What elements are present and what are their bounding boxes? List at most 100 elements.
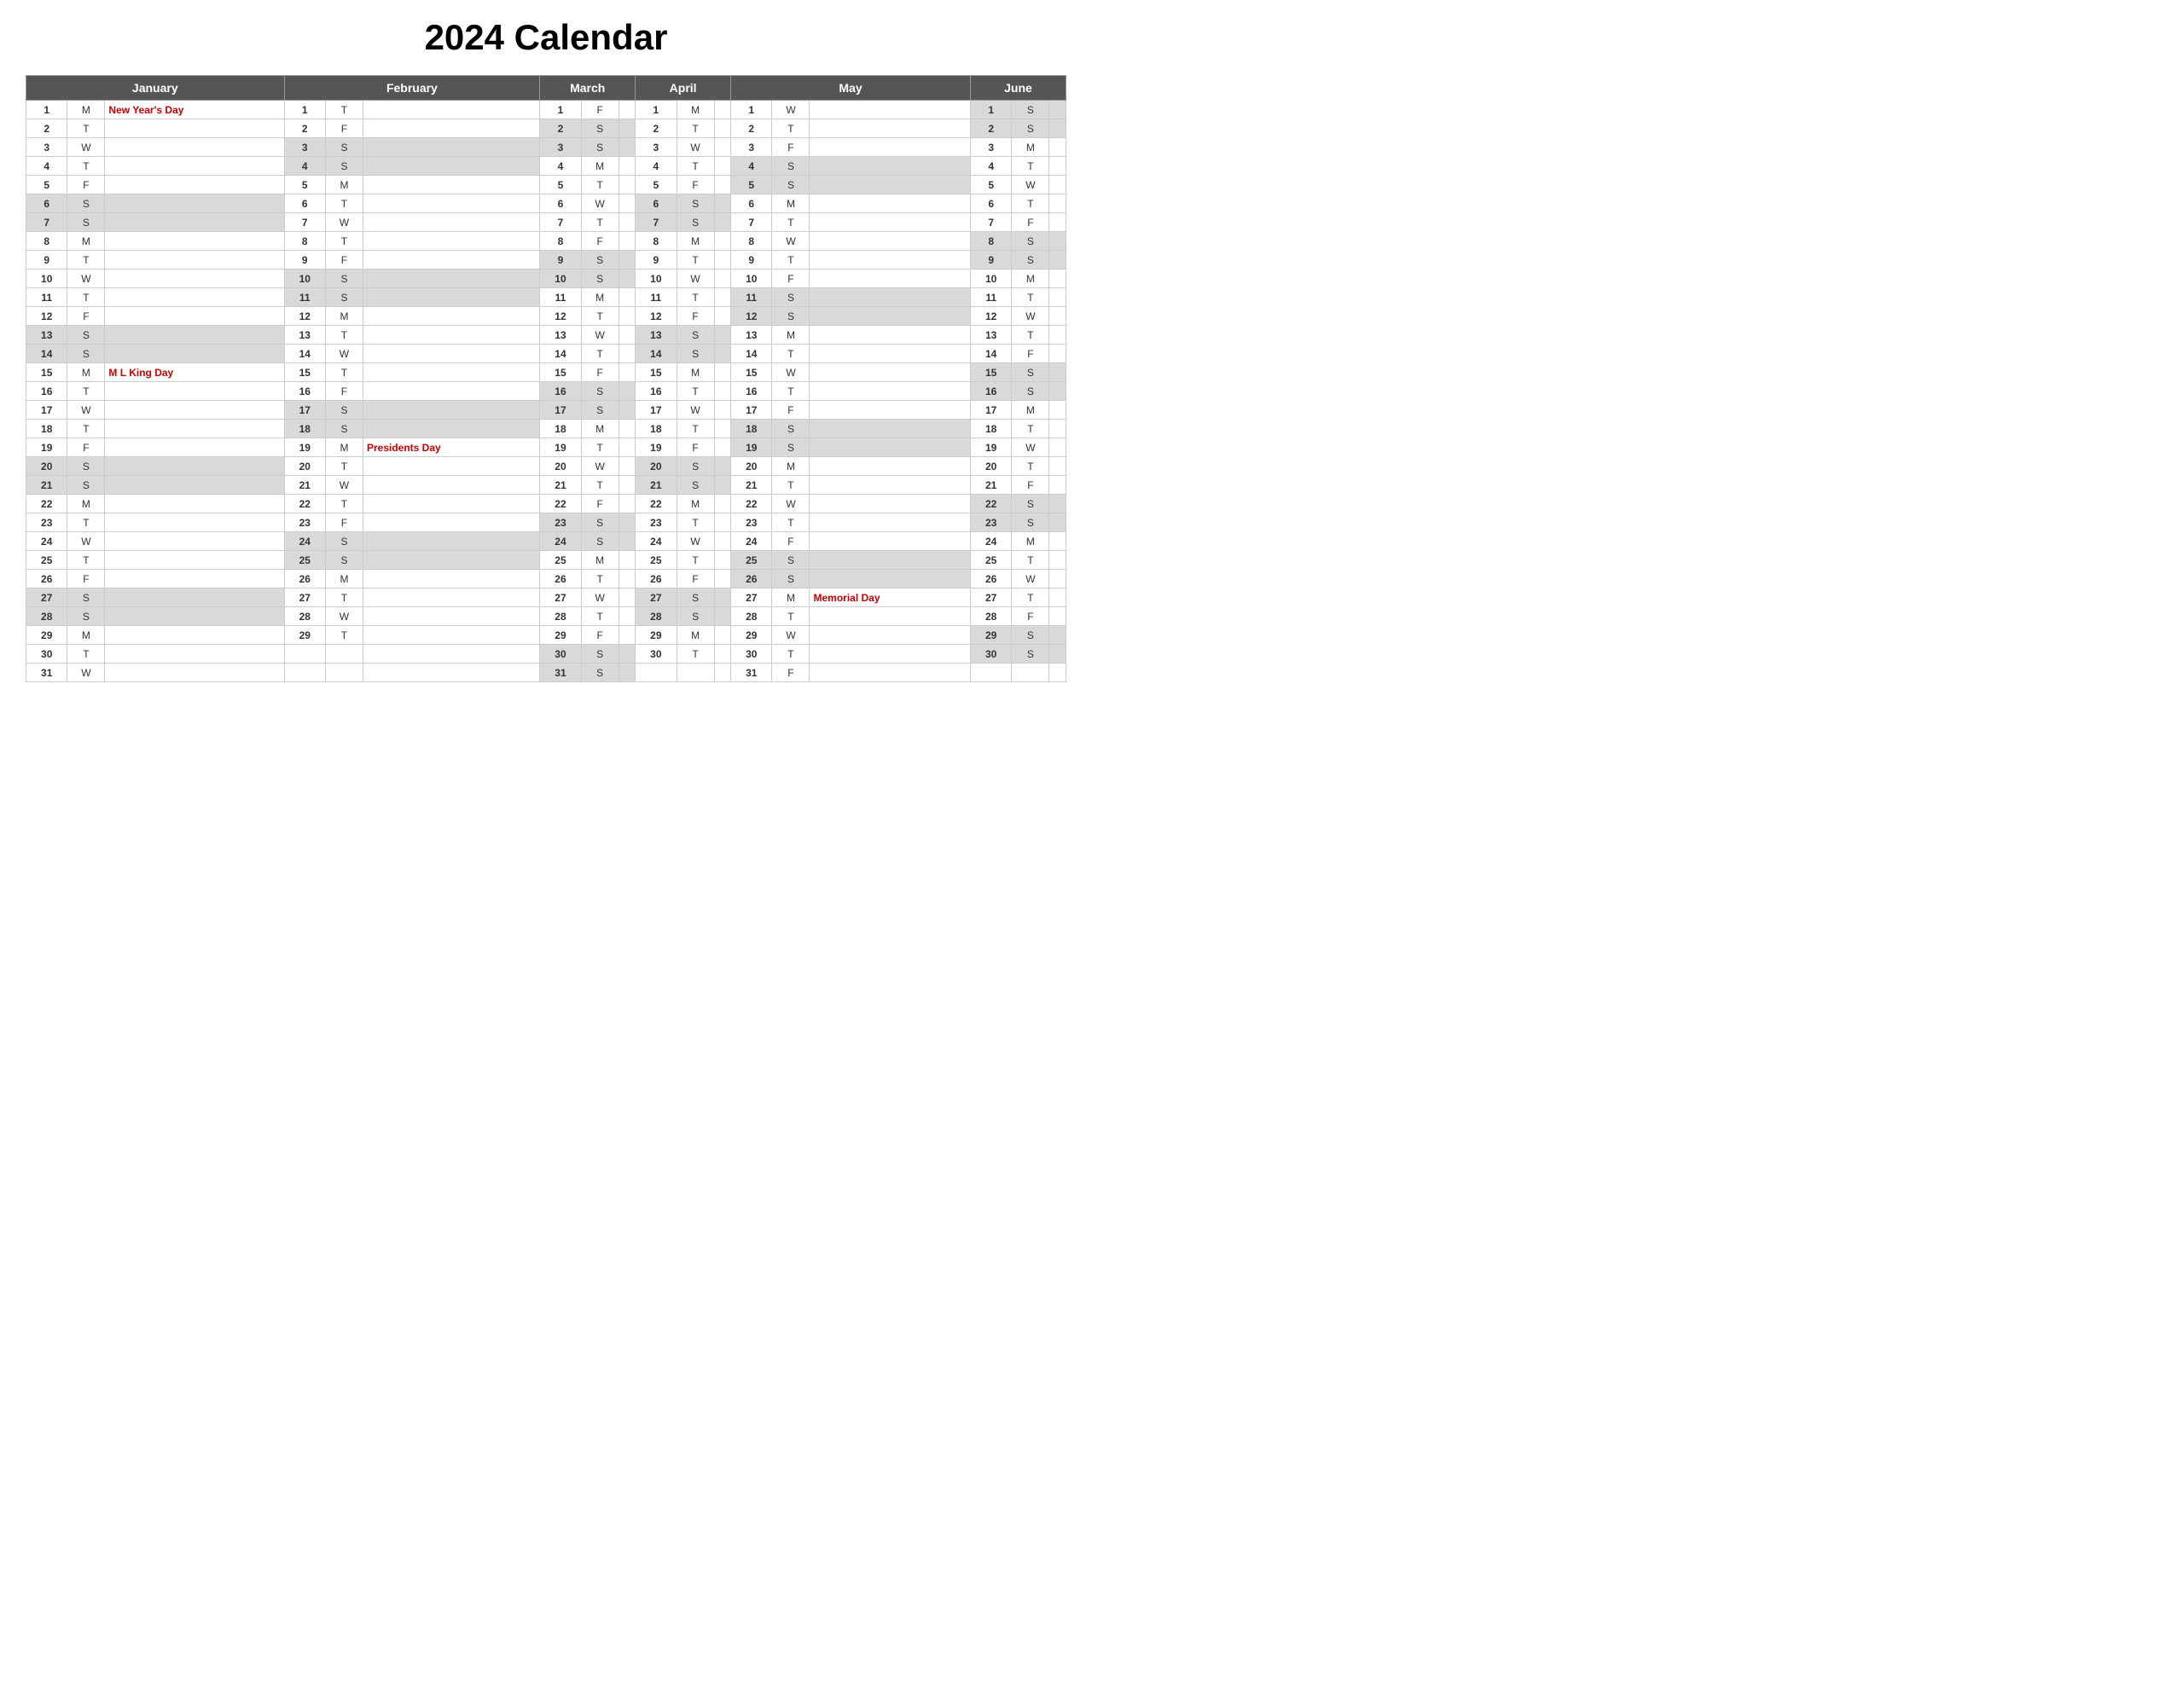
day-letter-may-7: T xyxy=(772,213,810,232)
day-letter-may-30: T xyxy=(772,645,810,664)
event-jun-3 xyxy=(1049,138,1066,157)
day-letter-feb-31 xyxy=(325,664,363,682)
day-letter-mar-1: F xyxy=(581,101,619,119)
event-may-2 xyxy=(810,119,970,138)
day-num-feb-21: 21 xyxy=(284,476,325,495)
day-num-feb-10: 10 xyxy=(284,270,325,288)
event-apr-6 xyxy=(714,194,730,213)
day-letter-mar-21: T xyxy=(581,476,619,495)
event-jun-30 xyxy=(1049,645,1066,664)
day-letter-mar-20: W xyxy=(581,457,619,476)
event-jun-9 xyxy=(1049,251,1066,270)
event-jun-29 xyxy=(1049,626,1066,645)
day-letter-may-25: S xyxy=(772,551,810,570)
day-letter-jan-13: S xyxy=(67,326,105,345)
event-apr-23 xyxy=(714,513,730,532)
day-letter-mar-22: F xyxy=(581,495,619,513)
event-jun-24 xyxy=(1049,532,1066,551)
day-letter-jun-11: T xyxy=(1012,288,1049,307)
day-letter-jan-21: S xyxy=(67,476,105,495)
event-may-5 xyxy=(810,176,970,194)
day-letter-jan-3: W xyxy=(67,138,105,157)
day-letter-jan-6: S xyxy=(67,194,105,213)
day-num-mar-31: 31 xyxy=(540,664,581,682)
event-mar-17 xyxy=(619,401,635,420)
day-num-may-19: 19 xyxy=(731,438,772,457)
event-feb-21 xyxy=(363,476,539,495)
event-apr-12 xyxy=(714,307,730,326)
event-jan-15: M L King Day xyxy=(105,363,284,382)
event-jan-4 xyxy=(105,157,284,176)
event-may-14 xyxy=(810,345,970,363)
day-num-jun-6: 6 xyxy=(970,194,1011,213)
day-letter-jun-5: W xyxy=(1012,176,1049,194)
event-feb-14 xyxy=(363,345,539,363)
day-num-may-7: 7 xyxy=(731,213,772,232)
day-letter-jan-25: T xyxy=(67,551,105,570)
header-may: May xyxy=(731,76,971,101)
day-letter-mar-7: T xyxy=(581,213,619,232)
day-num-jan-23: 23 xyxy=(26,513,67,532)
day-num-jun-15: 15 xyxy=(970,363,1011,382)
event-jan-5 xyxy=(105,176,284,194)
event-apr-7 xyxy=(714,213,730,232)
event-mar-21 xyxy=(619,476,635,495)
day-num-jan-20: 20 xyxy=(26,457,67,476)
day-num-may-1: 1 xyxy=(731,101,772,119)
event-mar-13 xyxy=(619,326,635,345)
event-mar-28 xyxy=(619,607,635,626)
day-num-may-14: 14 xyxy=(731,345,772,363)
event-jan-22 xyxy=(105,495,284,513)
header-april: April xyxy=(636,76,731,101)
event-feb-17 xyxy=(363,401,539,420)
event-apr-1 xyxy=(714,101,730,119)
day-num-apr-16: 16 xyxy=(636,382,677,401)
event-jan-25 xyxy=(105,551,284,570)
day-letter-apr-9: T xyxy=(677,251,714,270)
day-letter-feb-30 xyxy=(325,645,363,664)
day-num-mar-30: 30 xyxy=(540,645,581,664)
day-num-mar-21: 21 xyxy=(540,476,581,495)
event-feb-20 xyxy=(363,457,539,476)
event-jan-12 xyxy=(105,307,284,326)
header-june: June xyxy=(970,76,1066,101)
event-may-27: Memorial Day xyxy=(810,588,970,607)
day-letter-may-2: T xyxy=(772,119,810,138)
day-letter-mar-8: F xyxy=(581,232,619,251)
day-letter-jun-12: W xyxy=(1012,307,1049,326)
day-letter-jan-18: T xyxy=(67,420,105,438)
day-letter-feb-20: T xyxy=(325,457,363,476)
event-jun-11 xyxy=(1049,288,1066,307)
event-may-1 xyxy=(810,101,970,119)
event-jun-1 xyxy=(1049,101,1066,119)
day-letter-may-13: M xyxy=(772,326,810,345)
event-jun-20 xyxy=(1049,457,1066,476)
day-letter-jan-23: T xyxy=(67,513,105,532)
day-letter-apr-16: T xyxy=(677,382,714,401)
event-feb-28 xyxy=(363,607,539,626)
event-jan-9 xyxy=(105,251,284,270)
event-feb-18 xyxy=(363,420,539,438)
event-jan-11 xyxy=(105,288,284,307)
day-num-feb-27: 27 xyxy=(284,588,325,607)
day-letter-mar-26: T xyxy=(581,570,619,588)
day-num-feb-23: 23 xyxy=(284,513,325,532)
day-num-jan-25: 25 xyxy=(26,551,67,570)
day-num-jun-12: 12 xyxy=(970,307,1011,326)
event-apr-31 xyxy=(714,664,730,682)
event-mar-14 xyxy=(619,345,635,363)
day-num-jan-27: 27 xyxy=(26,588,67,607)
day-num-jun-1: 1 xyxy=(970,101,1011,119)
day-letter-may-23: T xyxy=(772,513,810,532)
day-letter-jun-10: M xyxy=(1012,270,1049,288)
day-letter-jun-15: S xyxy=(1012,363,1049,382)
day-letter-mar-25: M xyxy=(581,551,619,570)
day-num-jun-25: 25 xyxy=(970,551,1011,570)
day-letter-feb-5: M xyxy=(325,176,363,194)
event-mar-9 xyxy=(619,251,635,270)
day-num-feb-9: 9 xyxy=(284,251,325,270)
day-letter-may-19: S xyxy=(772,438,810,457)
page-title: 2024 Calendar xyxy=(26,17,1066,58)
day-letter-apr-29: M xyxy=(677,626,714,645)
day-num-jun-23: 23 xyxy=(970,513,1011,532)
